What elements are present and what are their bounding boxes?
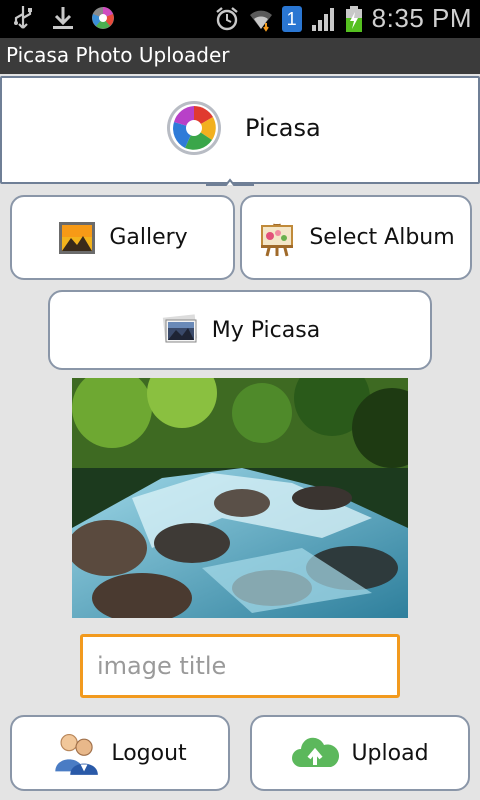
logout-button[interactable]: Logout (10, 715, 230, 791)
header-label: Picasa (245, 114, 321, 142)
header-pointer (206, 178, 254, 186)
my-picasa-button[interactable]: My Picasa (48, 290, 432, 370)
my-picasa-label: My Picasa (211, 317, 321, 343)
users-icon (55, 734, 99, 775)
image-title-input[interactable] (80, 634, 400, 698)
alarm-icon (215, 6, 238, 30)
signal-icon (311, 7, 334, 31)
upload-button[interactable]: Upload (250, 715, 470, 791)
gallery-button[interactable]: Gallery (10, 195, 235, 280)
status-time: 8:35 PM (371, 3, 472, 33)
selected-photo-preview (72, 378, 408, 618)
logout-label: Logout (111, 740, 187, 766)
wifi-icon (249, 10, 272, 32)
app-title: Picasa Photo Uploader (0, 38, 480, 74)
battery-charging-icon (345, 5, 362, 32)
usb-icon (14, 6, 32, 29)
select-album-button[interactable]: Select Album (240, 195, 472, 280)
picasa-logo-icon (167, 101, 221, 155)
gallery-label: Gallery (109, 225, 188, 250)
picasa-header: Picasa (0, 76, 480, 184)
cloud-upload-icon (292, 737, 340, 767)
gallery-icon (59, 221, 96, 254)
photo-stack-icon (162, 314, 197, 343)
select-album-label: Select Album (309, 225, 455, 250)
status-bar: 1 8:35 PM (0, 0, 480, 38)
upload-label: Upload (351, 740, 429, 766)
sim-1-icon: 1 (281, 5, 302, 32)
download-icon (53, 7, 73, 29)
picasa-notification-icon (92, 7, 114, 29)
easel-icon (261, 223, 294, 256)
